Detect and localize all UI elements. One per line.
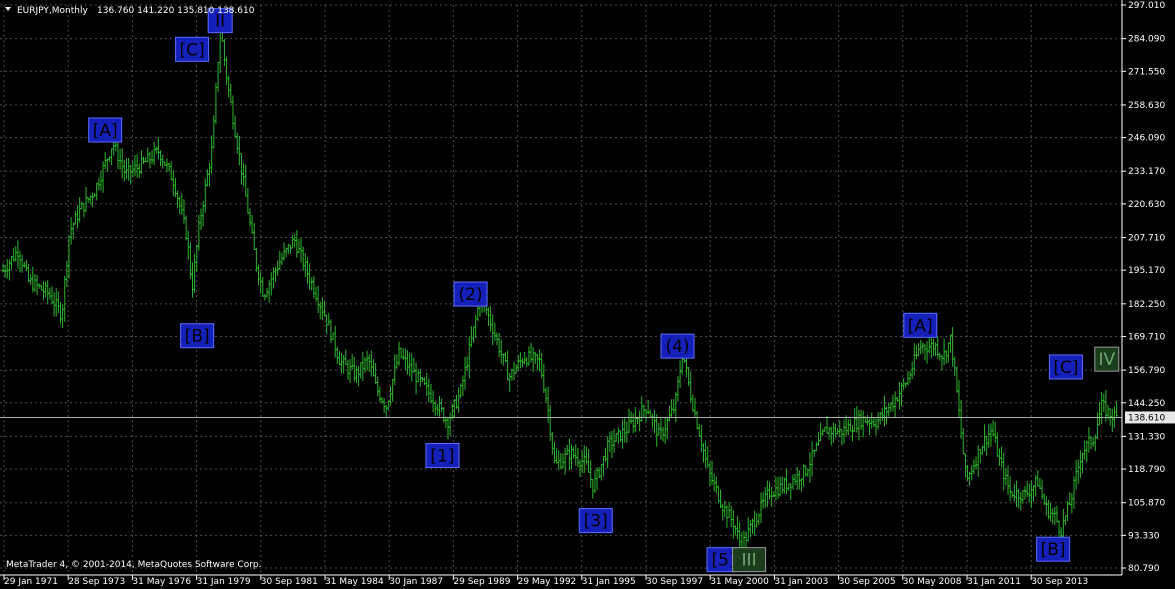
y-tick-label: 271.550 (1128, 67, 1165, 77)
x-tick-label: 31 May 2000 (710, 577, 769, 587)
x-tick-label: 31 May 1984 (325, 577, 384, 587)
x-tick-label: 30 Sep 2013 (1031, 577, 1088, 587)
y-tick-label: 105.870 (1128, 499, 1165, 509)
y-tick-label: 195.170 (1128, 266, 1165, 276)
y-tick-label: 233.170 (1128, 167, 1165, 177)
wave-label: [C] (180, 40, 205, 60)
wave-label: [B] (1041, 540, 1066, 560)
x-tick-label: 30 Sep 2005 (839, 577, 896, 587)
y-tick-label: 156.790 (1128, 366, 1165, 376)
x-tick-label: 30 Sep 1997 (646, 577, 703, 587)
copyright-text: MetaTrader 4, © 2001-2014, MetaQuotes So… (6, 560, 262, 570)
time-axis[interactable]: 29 Jan 1971 28 Sep 1973 31 May 1976 31 Jan … (3, 575, 1088, 587)
x-tick-label: 29 Jan 1971 (4, 577, 58, 587)
wave-label: [C] (1053, 358, 1078, 378)
y-tick-label: 284.090 (1128, 35, 1165, 45)
wave-label: III (742, 551, 757, 571)
wave-label: [1] (430, 446, 454, 466)
x-tick-label: 31 Jan 2011 (967, 577, 1021, 587)
chart-ohlc: 136.760 141.220 135.810 138.610 (97, 6, 255, 16)
y-tick-label: 144.250 (1128, 399, 1165, 409)
x-tick-label: 31 Jan 1995 (582, 577, 636, 587)
y-tick-label: 131.330 (1128, 432, 1165, 442)
chart-background (0, 0, 1175, 589)
current-price-value: 138.610 (1128, 413, 1165, 423)
eurjpy-chart[interactable]: [A][C]II[B](2)[1](4)[3][5] III[A][B][C] IV… (0, 0, 1175, 589)
y-tick-label: 93.330 (1128, 531, 1160, 541)
y-tick-label: 207.710 (1128, 234, 1165, 244)
x-tick-label: 28 Sep 1973 (68, 577, 125, 587)
x-tick-label: 29 Sep 1989 (453, 577, 510, 587)
y-tick-label: 169.710 (1128, 332, 1165, 342)
y-tick-label: 246.090 (1128, 134, 1165, 144)
y-tick-label: 118.790 (1128, 465, 1165, 475)
y-tick-label: 220.630 (1128, 200, 1165, 210)
wave-label: [5] (711, 551, 735, 571)
y-tick-label: 80.790 (1128, 564, 1160, 574)
wave-label: [A] (908, 316, 933, 336)
x-tick-label: 30 Sep 1981 (261, 577, 318, 587)
wave-label: IV (1098, 350, 1115, 370)
x-tick-label: 30 May 2008 (903, 577, 962, 587)
y-tick-label: 182.250 (1128, 300, 1165, 310)
y-tick-label: 258.630 (1128, 101, 1165, 111)
x-tick-label: 31 Jan 1979 (197, 577, 251, 587)
x-tick-label: 31 May 1976 (132, 577, 191, 587)
chart-symbol: EURJPY,Monthly (17, 6, 88, 16)
wave-label: (2) (459, 285, 483, 305)
wave-label: [A] (93, 121, 118, 141)
x-tick-label: 31 Jan 2003 (774, 577, 828, 587)
wave-label: (4) (665, 337, 689, 357)
wave-label: [3] (584, 512, 608, 532)
y-tick-label: 297.010 (1128, 1, 1165, 11)
x-tick-label: 30 Jan 1987 (389, 577, 443, 587)
wave-label: [B] (185, 327, 210, 347)
x-tick-label: 29 May 1992 (518, 577, 577, 587)
